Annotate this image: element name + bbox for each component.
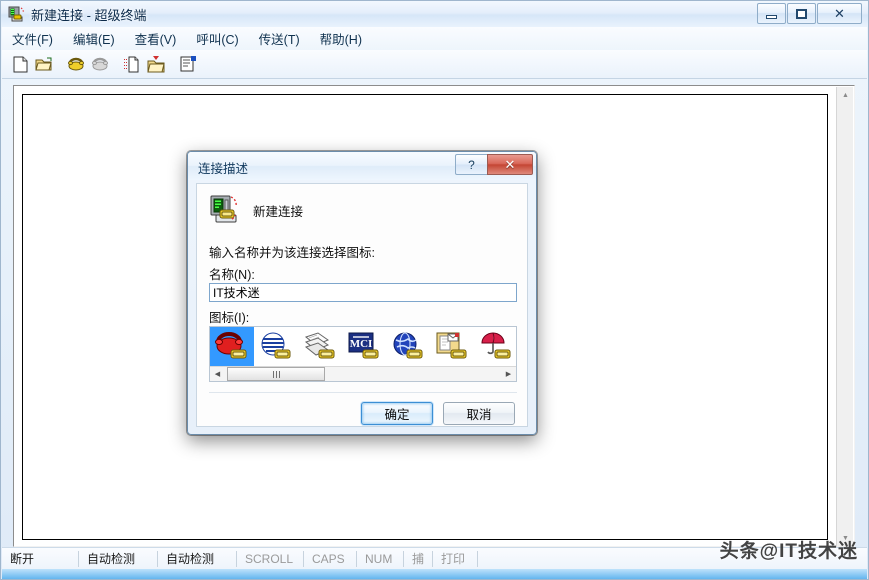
icon-list[interactable]: MCI ◀ ▶ (209, 326, 517, 382)
status-separator (477, 550, 478, 567)
icon-option-blue-globe[interactable] (386, 327, 430, 367)
menu-call[interactable]: 呼叫(C) (186, 26, 248, 51)
send-file-icon (123, 56, 141, 73)
icon-scroll-right-arrow[interactable]: ▶ (501, 367, 516, 381)
scroll-up-arrow[interactable]: ▲ (837, 87, 854, 104)
icon-option-documents[interactable] (298, 327, 342, 367)
cancel-button[interactable]: 取消 (443, 402, 515, 425)
dialog-title: 连接描述 (198, 162, 249, 176)
status-capture: 捕 (412, 552, 425, 566)
dialog-action-row: 确定 取消 (361, 402, 515, 425)
window-bottom-glow (2, 569, 867, 579)
tool-bar (2, 50, 867, 79)
window-controls: ✕ (757, 3, 862, 24)
menu-view[interactable]: 查看(V) (125, 26, 187, 51)
hangup-button[interactable] (88, 52, 112, 76)
icon-option-mci[interactable]: MCI (342, 327, 386, 367)
dialog-header-row: 新建连接 (209, 194, 303, 226)
dialog-title-bar: 连接描述 ? ✕ (188, 152, 536, 180)
close-button[interactable]: ✕ (817, 3, 862, 24)
properties-button[interactable] (176, 52, 200, 76)
status-connection: 断开 (10, 552, 35, 566)
icon-scroll-left-arrow[interactable]: ◀ (210, 367, 225, 381)
receive-button[interactable] (144, 52, 168, 76)
grip-line (275, 370, 277, 378)
menu-file[interactable]: 文件(F) (2, 26, 63, 51)
receive-file-icon (147, 55, 165, 73)
help-button[interactable]: ? (455, 154, 487, 175)
status-print: 打印 (441, 552, 466, 566)
icon-scroll-track[interactable] (225, 367, 501, 381)
dialog-body: 新建连接 输入名称并为该连接选择图标: 名称(N): 图标(I): (196, 183, 528, 427)
hangup-phone-icon (91, 57, 109, 71)
status-scroll: SCROLL (245, 551, 294, 566)
icon-list-scrollbar[interactable]: ◀ ▶ (210, 366, 516, 381)
ok-button[interactable]: 确定 (361, 402, 433, 425)
close-icon: ✕ (834, 6, 845, 21)
dialog-divider (209, 392, 517, 393)
menu-bar: 文件(F) 编辑(E) 查看(V) 呼叫(C) 传送(T) 帮助(H) (2, 27, 867, 51)
icon-option-umbrella[interactable] (474, 327, 516, 367)
maximize-button[interactable] (787, 3, 816, 24)
icon-row: MCI (210, 327, 516, 367)
status-autodetect-1: 自动检测 (87, 552, 136, 566)
menu-help[interactable]: 帮助(H) (310, 26, 372, 51)
icon-scroll-thumb[interactable] (227, 367, 325, 381)
dialog-hint-text: 输入名称并为该连接选择图标: (209, 246, 375, 260)
icon-option-notepad-mail[interactable] (430, 327, 474, 367)
call-phone-icon (67, 57, 85, 71)
new-connection-button[interactable] (8, 52, 32, 76)
dialog-controls: ? ✕ (455, 154, 533, 175)
window-title: 新建连接 - 超级终端 (31, 8, 147, 23)
minimize-icon (766, 14, 777, 19)
properties-icon (180, 55, 197, 73)
icon-option-striped-globe[interactable] (254, 327, 298, 367)
open-button[interactable] (32, 52, 56, 76)
maximize-icon (796, 8, 807, 19)
dialog-close-button[interactable]: ✕ (487, 154, 533, 175)
call-button[interactable] (64, 52, 88, 76)
status-caps: CAPS (312, 551, 345, 566)
open-folder-icon (35, 57, 53, 72)
status-num: NUM (365, 551, 393, 566)
name-field-label: 名称(N): (209, 268, 255, 282)
status-autodetect-2: 自动检测 (166, 552, 215, 566)
menu-edit[interactable]: 编辑(E) (63, 26, 125, 51)
modem-phone-icon (209, 194, 243, 226)
minimize-button[interactable] (757, 3, 786, 24)
modem-phone-icon (8, 6, 26, 23)
menu-transfer[interactable]: 传送(T) (249, 26, 310, 51)
send-button[interactable] (120, 52, 144, 76)
title-bar: 新建连接 - 超级终端 ✕ (1, 1, 868, 27)
icon-option-red-phone[interactable] (210, 327, 254, 367)
icon-list-label: 图标(I): (209, 311, 250, 325)
name-input[interactable] (209, 283, 517, 302)
grip-line (278, 370, 280, 378)
connection-description-dialog: 连接描述 ? ✕ 新建连接 输入名称并为该连接选择图标: 名称(N): IT技术… (187, 151, 537, 435)
svg-text:MCI: MCI (350, 338, 373, 350)
dialog-header-label: 新建连接 (253, 204, 304, 219)
new-connection-icon (13, 56, 28, 73)
hyperterminal-window: 新建连接 - 超级终端 ✕ 文件(F) 编辑(E) 查看(V) 呼叫(C) 传送… (0, 0, 869, 580)
grip-line (272, 370, 274, 378)
terminal-scrollbar[interactable]: ▲ ▼ (836, 87, 853, 547)
watermark: 头条@IT技术迷 (719, 541, 858, 562)
